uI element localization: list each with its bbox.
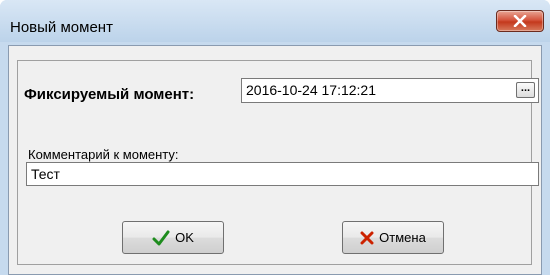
moment-datetime-value[interactable]: 2016-10-24 17:12:21 [246,82,376,98]
dialog-window: Новый момент Фиксируемый момент: 2016-10… [0,0,550,275]
moment-label: Фиксируемый момент: [24,86,195,103]
ok-button-label: OK [175,230,194,245]
window-title: Новый момент [10,19,113,36]
cross-icon [360,231,374,245]
dialog-client-area: Фиксируемый момент: 2016-10-24 17:12:21 … [8,45,542,275]
moment-datetime-field[interactable]: 2016-10-24 17:12:21 ... [241,78,539,103]
close-icon [513,15,527,27]
cancel-button-label: Отмена [379,230,426,245]
cancel-button[interactable]: Отмена [342,221,444,254]
checkmark-icon [152,230,170,246]
close-button[interactable] [496,10,544,32]
datetime-picker-button[interactable]: ... [516,82,535,98]
ok-button[interactable]: OK [122,221,224,254]
comment-label: Комментарий к моменту: [28,147,179,162]
title-bar[interactable]: Новый момент [0,0,550,42]
comment-input[interactable] [26,162,539,186]
